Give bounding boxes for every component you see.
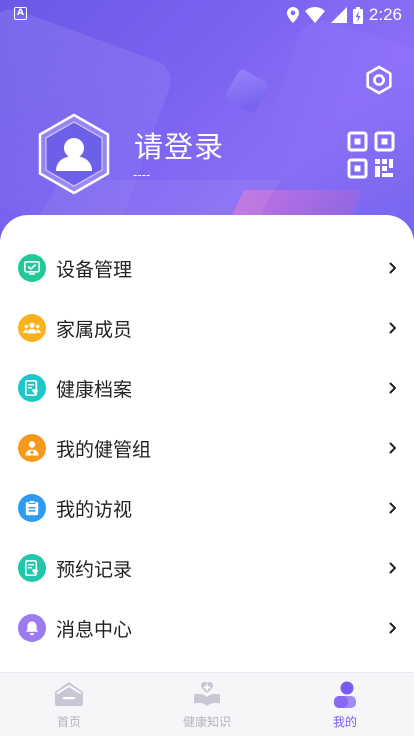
signal-icon <box>330 7 347 23</box>
nav-tab-health-knowledge[interactable]: 健康知识 <box>138 673 276 736</box>
menu-item-appointment-records[interactable]: 预约记录 <box>0 538 414 598</box>
battery-charging-icon <box>352 6 363 24</box>
home-icon <box>54 682 84 706</box>
care-team-icon <box>18 434 46 462</box>
user-subtitle: ---- <box>133 168 151 182</box>
settings-button[interactable] <box>364 65 394 95</box>
status-time: 2:26 <box>368 5 402 24</box>
menu-item-device-management[interactable]: 设备管理 <box>0 238 414 298</box>
family-members-icon <box>18 314 46 342</box>
bell-icon <box>18 614 46 642</box>
qr-code-button[interactable] <box>347 131 395 179</box>
menu-item-family-members[interactable]: 家属成员 <box>0 298 414 358</box>
nav-tab-label: 首页 <box>56 715 81 729</box>
nav-tab-profile[interactable]: 我的 <box>276 673 414 736</box>
profile-icon <box>334 681 356 708</box>
menu-item-care-team[interactable]: 我的健管组 <box>0 418 414 478</box>
chevron-right-icon <box>389 562 396 574</box>
location-icon <box>286 7 299 23</box>
menu-item-message-center[interactable]: 消息中心 <box>0 598 414 658</box>
header-decoration <box>223 67 271 115</box>
chevron-right-icon <box>389 622 396 634</box>
chevron-right-icon <box>389 442 396 454</box>
settings-hex-icon <box>366 65 392 95</box>
qr-code-icon <box>347 131 395 179</box>
menu-item-my-visits[interactable]: 我的访视 <box>0 478 414 538</box>
chevron-right-icon <box>389 502 396 514</box>
appointment-record-icon <box>18 554 46 582</box>
menu-item-label: 设备管理 <box>56 258 133 281</box>
menu-item-label: 我的访视 <box>56 498 133 521</box>
menu-item-health-records[interactable]: 健康档案 <box>0 358 414 418</box>
avatar[interactable] <box>33 113 115 195</box>
chevron-right-icon <box>389 262 396 274</box>
notification-app-icon: A <box>14 7 27 20</box>
menu-list: 设备管理 家属成员 健康档案 我的健管组 我的访视 预约记录 消息中心 <box>0 215 414 675</box>
menu-item-label: 健康档案 <box>56 378 133 401</box>
health-record-icon <box>18 374 46 402</box>
menu-item-label: 家属成员 <box>56 318 133 341</box>
nav-tab-home[interactable]: 首页 <box>0 673 138 736</box>
device-monitor-icon <box>18 254 46 282</box>
menu-item-label: 我的健管组 <box>56 438 152 461</box>
nav-tab-label: 健康知识 <box>182 715 231 729</box>
chevron-right-icon <box>389 382 396 394</box>
status-bar: A 2:26 <box>0 0 414 28</box>
bottom-navigation: 首页 健康知识 我的 <box>0 672 414 736</box>
profile-header: A 2:26 请登录 ---- <box>0 0 414 240</box>
menu-item-label: 消息中心 <box>56 618 133 641</box>
login-prompt[interactable]: 请登录 <box>134 124 224 166</box>
clipboard-visit-icon <box>18 494 46 522</box>
nav-tab-label: 我的 <box>332 715 357 729</box>
user-avatar-icon <box>38 113 110 195</box>
chevron-right-icon <box>389 322 396 334</box>
menu-item-label: 预约记录 <box>56 558 133 581</box>
wifi-icon <box>304 7 325 23</box>
health-knowledge-icon <box>194 681 220 706</box>
